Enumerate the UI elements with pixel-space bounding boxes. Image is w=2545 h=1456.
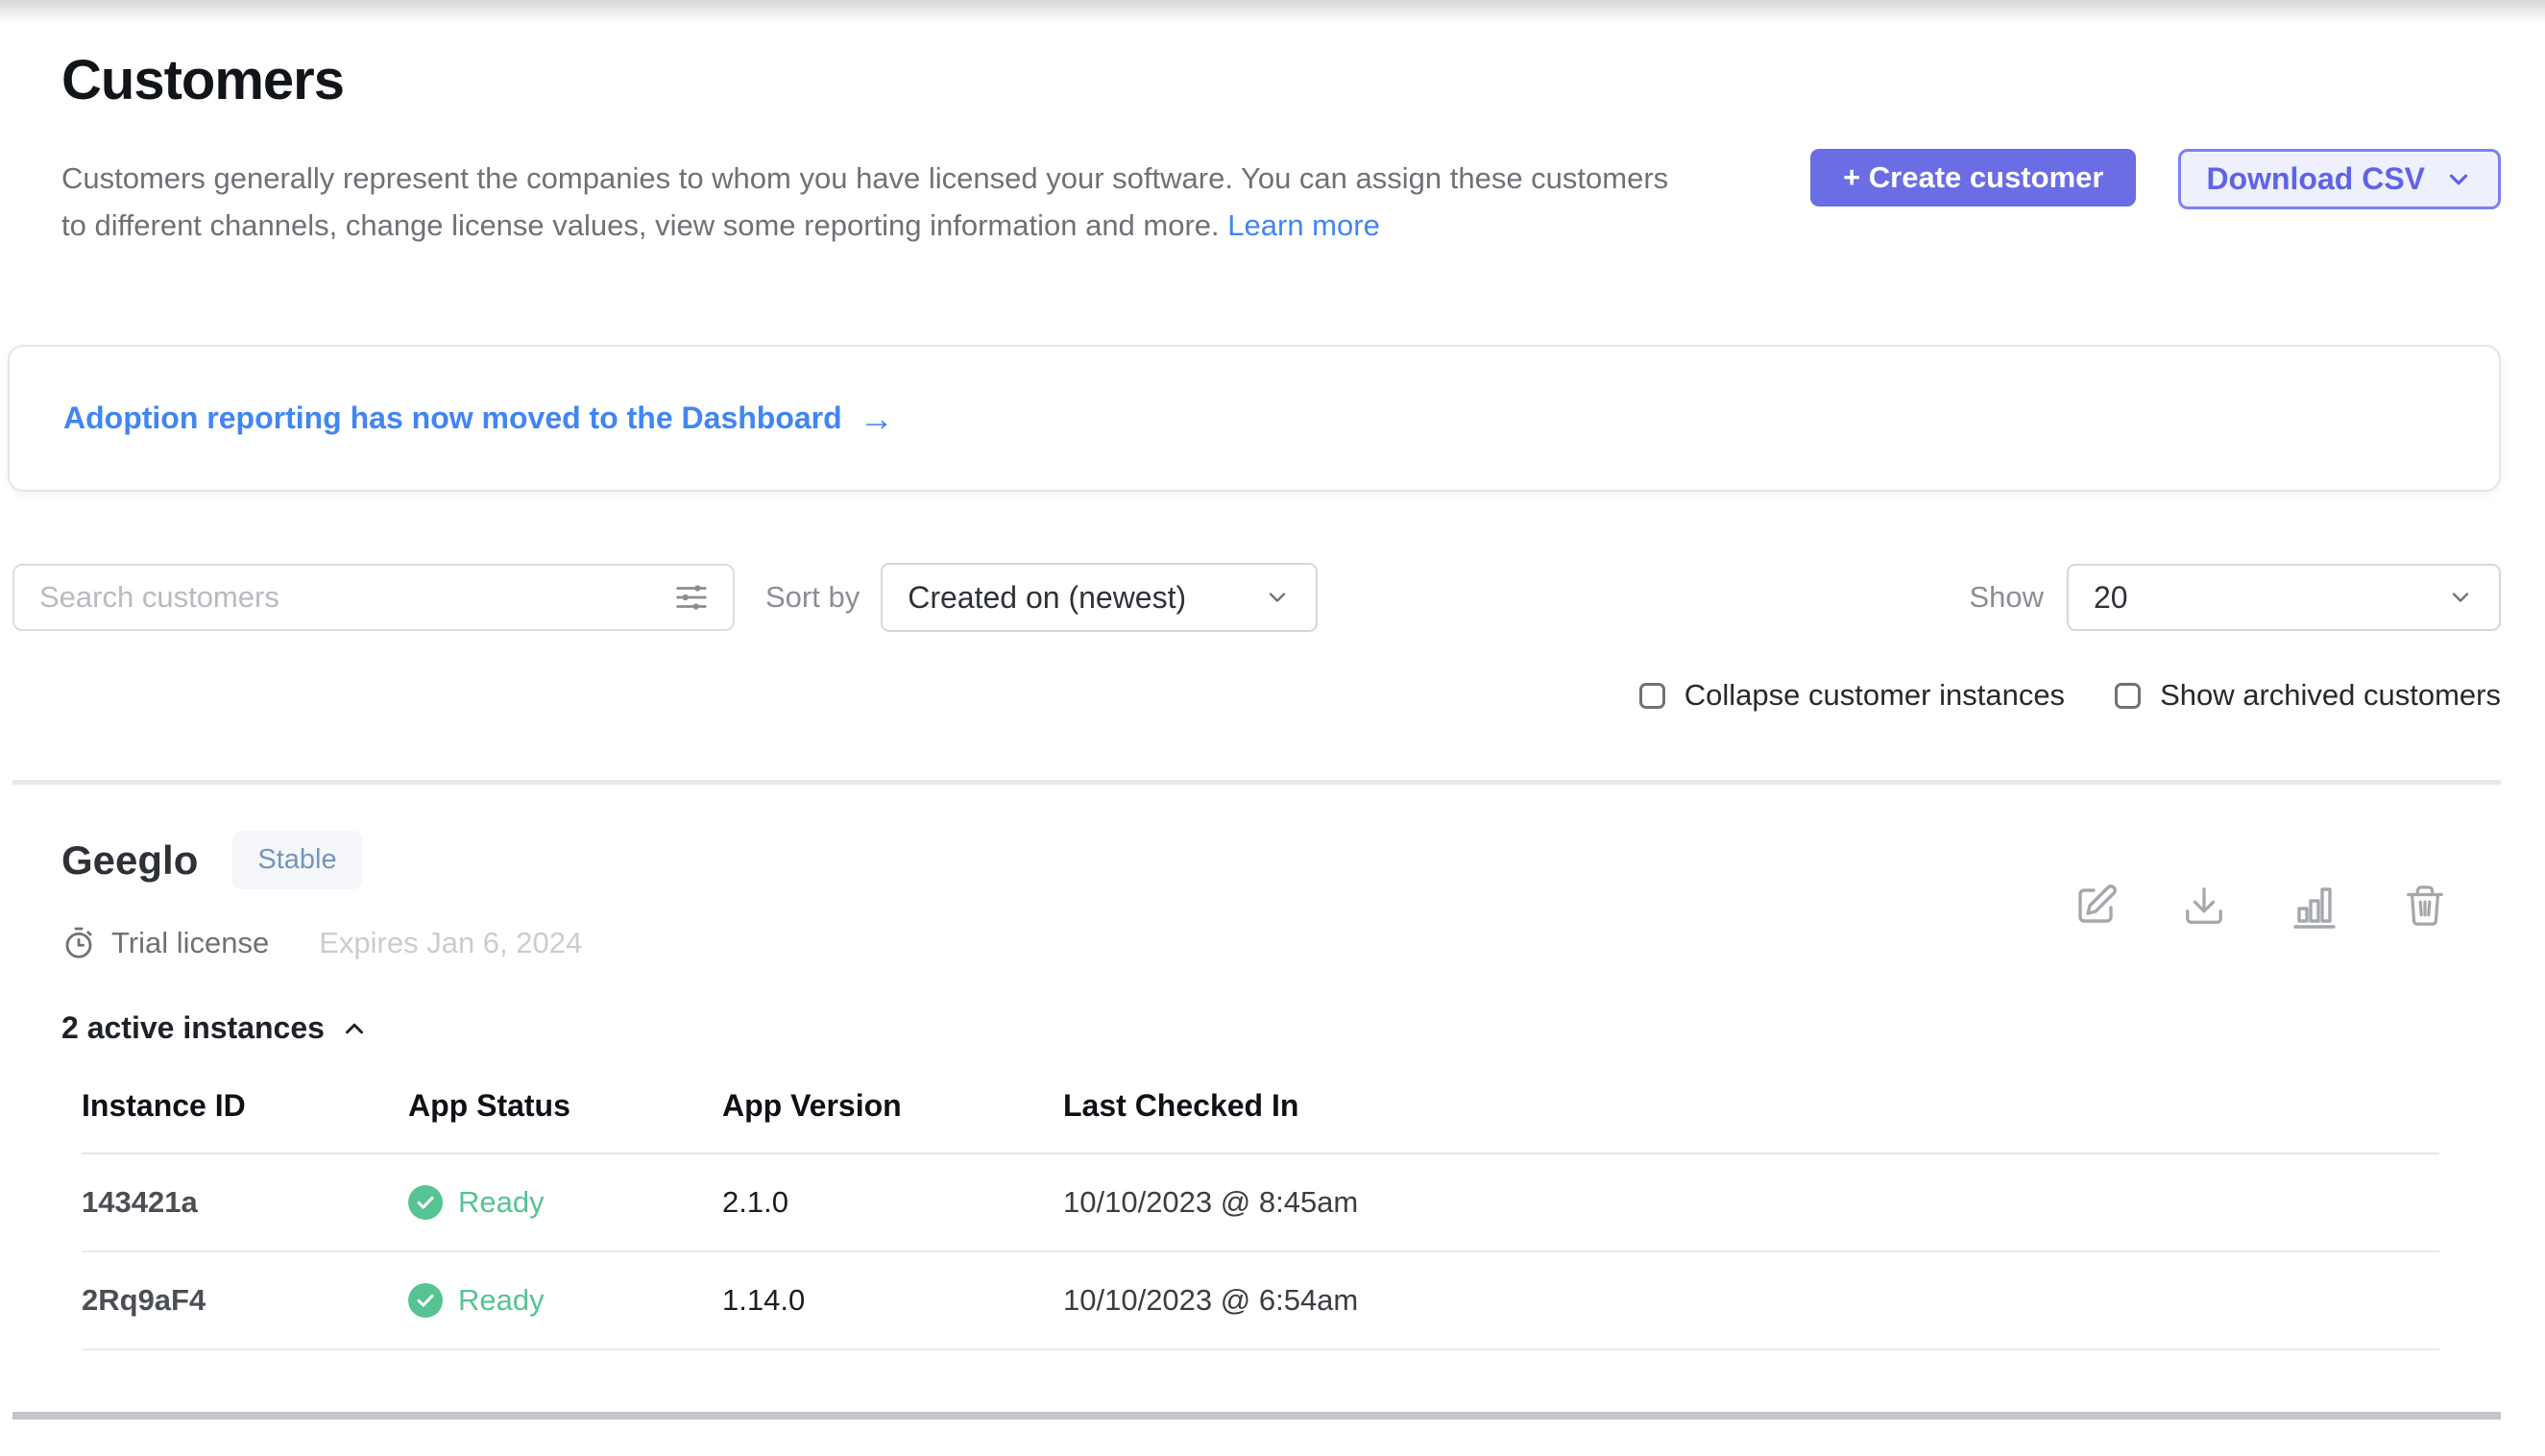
chevron-down-icon [2444,165,2473,194]
header-actions: + Create customer Download CSV [1810,149,2501,209]
channel-badge: Stable [232,831,361,889]
license-expiry: Expires Jan 6, 2024 [319,926,582,960]
customer-card-actions [2072,883,2447,929]
show-archived-checkbox[interactable] [2115,683,2141,709]
intro-row: Customers generally represent the compan… [61,155,2501,249]
filter-row: Collapse customer instances Show archive… [61,678,2501,713]
description-text: Customers generally represent the compan… [61,161,1668,242]
edit-icon [2072,883,2119,929]
check-circle-icon [408,1283,443,1318]
chevron-down-icon [2447,584,2474,611]
show-archived-option[interactable]: Show archived customers [2115,678,2501,713]
status-label: Ready [458,1283,545,1318]
filter-sliders-icon[interactable] [671,579,712,616]
delete-customer-button[interactable] [2403,883,2447,929]
instance-id: 2Rq9aF4 [82,1251,408,1349]
page-description: Customers generally represent the compan… [61,155,1675,249]
last-checked-in: 10/10/2023 @ 6:54am [1063,1251,2439,1349]
instances-toggle[interactable]: 2 active instances [61,1010,2501,1046]
top-shadow [0,0,2545,23]
download-license-button[interactable] [2182,883,2226,929]
show-label: Show [1969,580,2044,615]
collapse-instances-checkbox[interactable] [1639,683,1665,709]
license-type: Trial license [111,926,269,960]
bottom-divider [12,1412,2501,1420]
status-pill: Ready [408,1283,722,1318]
license-row: Trial license Expires Jan 6, 2024 [61,926,2501,960]
download-csv-label: Download CSV [2206,161,2425,197]
app-status-cell: Ready [408,1251,722,1349]
edit-customer-button[interactable] [2072,883,2119,929]
show-archived-label: Show archived customers [2160,678,2501,713]
header-app-version: App Version [722,1080,1063,1153]
adoption-banner: Adoption reporting has now moved to the … [8,345,2501,492]
sort-by-label: Sort by [765,580,860,615]
show-select[interactable]: 20 [2067,564,2501,631]
instance-id: 143421a [82,1153,408,1251]
customers-page: Customers Customers generally represent … [0,48,2545,1420]
chevron-up-icon [340,1014,369,1043]
header-app-status: App Status [408,1080,722,1153]
customer-reporting-button[interactable] [2290,883,2339,929]
instances-table: Instance ID App Status App Version Last … [82,1080,2439,1350]
toolbar: Sort by Created on (newest) Show 20 [12,563,2501,632]
download-csv-button[interactable]: Download CSV [2178,149,2501,209]
status-pill: Ready [408,1185,722,1220]
table-row: 143421a Ready 2.1.0 10/10/2023 @ 8:45am [82,1153,2439,1251]
chevron-down-icon [1264,584,1291,611]
status-label: Ready [458,1185,545,1220]
bar-chart-icon [2290,883,2339,929]
customer-card: Geeglo Stable [61,831,2501,1350]
app-status-cell: Ready [408,1153,722,1251]
sort-select-value: Created on (newest) [908,580,1186,616]
search-input[interactable] [39,580,671,615]
banner-text: Adoption reporting has now moved to the … [63,400,842,436]
collapse-instances-option[interactable]: Collapse customer instances [1639,678,2065,713]
download-icon [2182,884,2226,928]
customer-name[interactable]: Geeglo [61,837,198,884]
show-select-value: 20 [2094,580,2128,616]
section-divider [12,780,2501,785]
header-instance-id: Instance ID [82,1080,408,1153]
table-header-row: Instance ID App Status App Version Last … [82,1080,2439,1153]
collapse-instances-label: Collapse customer instances [1685,678,2065,713]
trash-icon [2403,884,2447,928]
page-title: Customers [61,48,2501,112]
learn-more-link[interactable]: Learn more [1227,208,1380,242]
instances-toggle-label: 2 active instances [61,1010,325,1046]
table-row: 2Rq9aF4 Ready 1.14.0 10/10/2023 @ 6:54am [82,1251,2439,1349]
header-last-checked-in: Last Checked In [1063,1080,2439,1153]
stopwatch-icon [61,926,96,960]
last-checked-in: 10/10/2023 @ 8:45am [1063,1153,2439,1251]
create-customer-button[interactable]: + Create customer [1810,149,2136,206]
check-circle-icon [408,1185,443,1220]
app-version: 1.14.0 [722,1251,1063,1349]
adoption-banner-link[interactable]: Adoption reporting has now moved to the … [63,399,894,439]
app-version: 2.1.0 [722,1153,1063,1251]
search-box [12,564,735,631]
customer-card-header: Geeglo Stable [61,831,2501,889]
arrow-right-icon: → [860,399,894,439]
sort-select[interactable]: Created on (newest) [881,563,1318,632]
